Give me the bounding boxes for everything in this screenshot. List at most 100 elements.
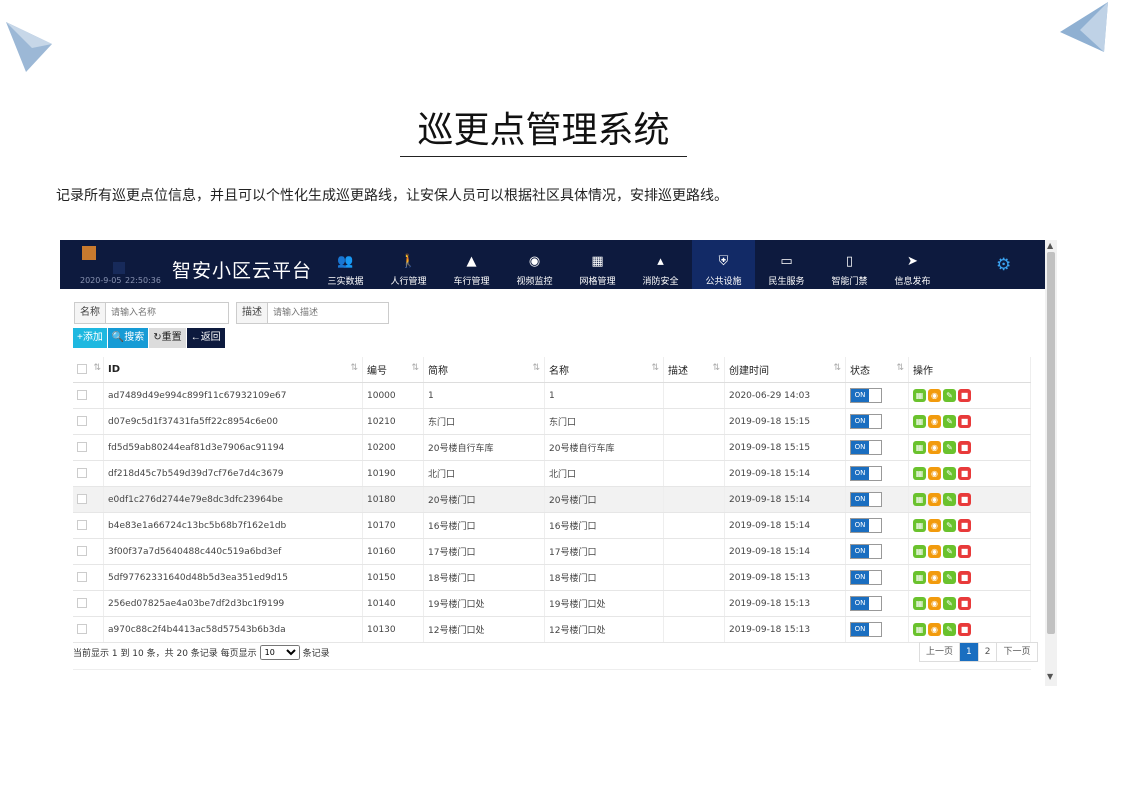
status-toggle[interactable]: ON	[850, 570, 882, 585]
sort-icon[interactable]: ⇅	[896, 363, 904, 373]
trash-icon[interactable]: ■	[958, 623, 971, 636]
sort-icon[interactable]: ⇅	[833, 363, 841, 373]
row-select-cell[interactable]	[73, 564, 104, 591]
trash-icon[interactable]: ■	[958, 415, 971, 428]
edit-icon[interactable]: ✎	[943, 493, 956, 506]
nav-item-6[interactable]: ⛨ 公共设施	[692, 240, 755, 289]
trash-icon[interactable]: ■	[958, 467, 971, 480]
grid-icon[interactable]: ▦	[913, 493, 926, 506]
row-checkbox[interactable]	[77, 442, 87, 453]
row-select-cell[interactable]	[73, 512, 104, 539]
eye-icon[interactable]: ◉	[928, 389, 941, 402]
edit-icon[interactable]: ✎	[943, 441, 956, 454]
row-checkbox[interactable]	[77, 468, 87, 479]
row-select-cell[interactable]	[73, 408, 104, 435]
sort-icon[interactable]: ⇅	[350, 363, 358, 373]
scrollbar-thumb[interactable]	[1047, 252, 1055, 634]
scroll-up-icon[interactable]: ▲	[1047, 241, 1053, 251]
status-toggle[interactable]: ON	[850, 596, 882, 611]
table-row[interactable]: e0df1c276d2744e79e8dc3dfc23964be 10180 20号…	[73, 486, 1031, 513]
reset-button[interactable]: ↻重置	[149, 328, 186, 348]
trash-icon[interactable]: ■	[958, 441, 971, 454]
table-row[interactable]: df218d45c7b549d39d7cf76e7d4c3679 10190 北门口…	[73, 460, 1031, 487]
trash-icon[interactable]: ■	[958, 571, 971, 584]
header-created-time[interactable]: 创建时间 ⇅	[724, 357, 846, 383]
status-toggle[interactable]: ON	[850, 518, 882, 533]
eye-icon[interactable]: ◉	[928, 415, 941, 428]
status-toggle[interactable]: ON	[850, 388, 882, 403]
status-toggle[interactable]: ON	[850, 544, 882, 559]
sort-icon[interactable]: ⇅	[532, 363, 540, 373]
status-toggle[interactable]: ON	[850, 492, 882, 507]
nav-item-5[interactable]: ▴ 消防安全	[629, 240, 692, 289]
edit-icon[interactable]: ✎	[943, 415, 956, 428]
status-toggle[interactable]: ON	[850, 440, 882, 455]
status-toggle[interactable]: ON	[850, 414, 882, 429]
row-checkbox[interactable]	[77, 390, 87, 401]
nav-item-3[interactable]: ◉ 视频监控	[503, 240, 566, 289]
edit-icon[interactable]: ✎	[943, 623, 956, 636]
row-select-cell[interactable]	[73, 590, 104, 617]
nav-item-4[interactable]: ▦ 网格管理	[566, 240, 629, 289]
row-checkbox[interactable]	[77, 494, 87, 505]
trash-icon[interactable]: ■	[958, 519, 971, 532]
sort-icon[interactable]: ⇅	[93, 363, 101, 373]
row-select-cell[interactable]	[73, 434, 104, 461]
row-checkbox[interactable]	[77, 624, 87, 635]
grid-icon[interactable]: ▦	[913, 389, 926, 402]
eye-icon[interactable]: ◉	[928, 597, 941, 610]
nav-item-1[interactable]: 🚶 人行管理	[377, 240, 440, 289]
trash-icon[interactable]: ■	[958, 493, 971, 506]
header-short-name[interactable]: 简称 ⇅	[423, 357, 545, 383]
nav-item-8[interactable]: ▯ 智能门禁	[818, 240, 881, 289]
row-checkbox[interactable]	[77, 416, 87, 427]
grid-icon[interactable]: ▦	[913, 597, 926, 610]
search-button[interactable]: 🔍搜索	[107, 328, 149, 348]
grid-icon[interactable]: ▦	[913, 545, 926, 558]
name-search-input[interactable]	[106, 303, 228, 323]
grid-icon[interactable]: ▦	[913, 415, 926, 428]
grid-icon[interactable]: ▦	[913, 519, 926, 532]
table-row[interactable]: 256ed07825ae4a03be7df2d3bc1f9199 10140 19号…	[73, 590, 1031, 617]
table-row[interactable]: d07e9c5d1f37431fa5ff22c8954c6e00 10210 东门口…	[73, 408, 1031, 435]
vertical-scrollbar[interactable]: ▲ ▼	[1045, 240, 1057, 686]
sort-icon[interactable]: ⇅	[411, 363, 419, 373]
eye-icon[interactable]: ◉	[928, 441, 941, 454]
edit-icon[interactable]: ✎	[943, 519, 956, 532]
gear-icon[interactable]: ⚙	[996, 257, 1011, 274]
grid-icon[interactable]: ▦	[913, 467, 926, 480]
table-row[interactable]: 5df97762331640d48b5d3ea351ed9d15 10150 18号…	[73, 564, 1031, 591]
header-name[interactable]: 名称 ⇅	[544, 357, 664, 383]
table-row[interactable]: 3f00f37a7d5640488c440c519a6bd3ef 10160 17号…	[73, 538, 1031, 565]
edit-icon[interactable]: ✎	[943, 597, 956, 610]
eye-icon[interactable]: ◉	[928, 623, 941, 636]
header-status[interactable]: 状态 ⇅	[845, 357, 909, 383]
row-checkbox[interactable]	[77, 572, 87, 583]
nav-item-0[interactable]: 👥 三实数据	[314, 240, 377, 289]
table-row[interactable]: a970c88c2f4b4413ac58d57543b6b3da 10130 12号…	[73, 616, 1031, 643]
status-toggle[interactable]: ON	[850, 622, 882, 637]
table-row[interactable]: ad7489d49e994c899f11c67932109e67 10000 1 1 2…	[73, 382, 1031, 409]
trash-icon[interactable]: ■	[958, 389, 971, 402]
page-number-button[interactable]: 2	[979, 643, 998, 661]
row-checkbox[interactable]	[77, 520, 87, 531]
desc-search-input[interactable]	[268, 303, 388, 323]
table-row[interactable]: fd5d59ab80244eaf81d3e7906ac91194 10200 20号…	[73, 434, 1031, 461]
edit-icon[interactable]: ✎	[943, 545, 956, 558]
eye-icon[interactable]: ◉	[928, 467, 941, 480]
select-all-header[interactable]: ⇅	[73, 357, 104, 383]
select-all-checkbox[interactable]	[77, 364, 87, 374]
nav-item-9[interactable]: ➤ 信息发布	[881, 240, 944, 289]
eye-icon[interactable]: ◉	[928, 571, 941, 584]
nav-item-2[interactable]: ▲ 车行管理	[440, 240, 503, 289]
prev-page-button[interactable]: 上一页	[920, 643, 961, 661]
add-button[interactable]: +添加	[73, 328, 107, 348]
row-checkbox[interactable]	[77, 598, 87, 609]
row-select-cell[interactable]	[73, 382, 104, 409]
page-number-button[interactable]: 1	[960, 643, 979, 661]
edit-icon[interactable]: ✎	[943, 467, 956, 480]
page-size-select[interactable]: 10	[259, 645, 300, 660]
row-select-cell[interactable]	[73, 538, 104, 565]
row-checkbox[interactable]	[77, 546, 87, 557]
header-code[interactable]: 编号 ⇅	[362, 357, 424, 383]
